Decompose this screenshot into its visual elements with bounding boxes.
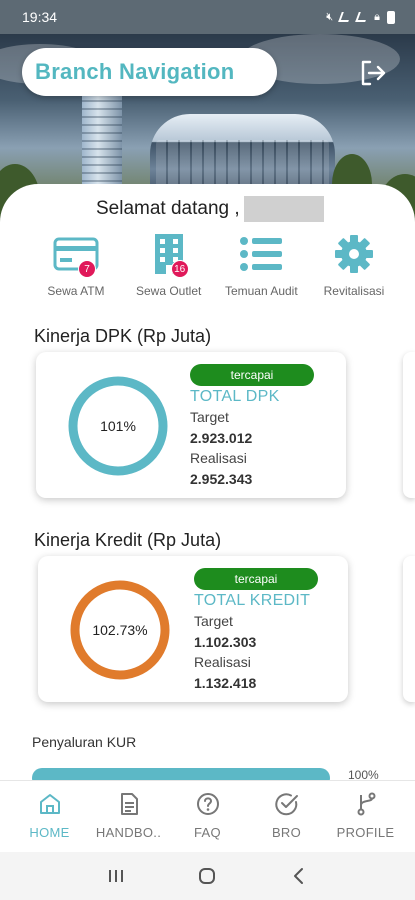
gear-icon <box>334 235 373 273</box>
menu-sewa-atm[interactable]: 7 Sewa ATM <box>30 230 122 298</box>
user-name-redacted <box>243 196 324 222</box>
next-card-peek-2[interactable] <box>403 556 415 702</box>
kredit-realisasi-label: Realisasi <box>194 654 251 670</box>
menu-label: Temuan Audit <box>224 284 298 298</box>
dpk-name: TOTAL DPK <box>190 388 280 405</box>
question-icon <box>196 793 219 815</box>
main-content[interactable]: Selamat datang , 7 Sewa ATM 16 Sewa Outl… <box>0 184 415 780</box>
nav-label: PROFILE <box>336 825 395 840</box>
dpk-realisasi-label: Realisasi <box>190 450 247 466</box>
back-icon[interactable] <box>289 866 309 886</box>
system-navigation-bar <box>0 852 415 900</box>
kur-percent: 100% <box>348 768 379 780</box>
sewa-atm-badge: 7 <box>78 260 96 278</box>
logout-icon <box>361 60 386 86</box>
battery-icon <box>387 10 395 24</box>
sewa-outlet-badge: 16 <box>170 260 189 278</box>
dpk-realisasi-value: 2.952.343 <box>190 471 253 487</box>
nav-label: HANDBO.. <box>95 825 162 840</box>
nav-bro[interactable]: BRO <box>247 781 326 852</box>
signal-icon <box>338 12 352 22</box>
bottom-navigation: HOME HANDBO.. FAQ BRO PROFILE <box>0 780 415 852</box>
nav-profile[interactable]: PROFILE <box>326 781 405 852</box>
check-circle-icon <box>274 793 298 816</box>
app-title-pill: Branch Navigation <box>22 48 277 96</box>
nav-faq[interactable]: FAQ <box>168 781 247 852</box>
dpk-target-value: 2.923.012 <box>190 430 253 446</box>
kredit-target-value: 1.102.303 <box>194 634 257 650</box>
menu-label: Revitalisasi <box>323 284 385 298</box>
signal-icon-2 <box>355 12 369 22</box>
welcome-text: Selamat datang , <box>96 198 240 219</box>
status-bar: 19:34 🔇︎ 🔒︎ <box>0 0 415 34</box>
status-time: 19:34 <box>22 9 58 25</box>
welcome-message: Selamat datang , <box>96 196 324 222</box>
kredit-name: TOTAL KREDIT <box>194 592 311 609</box>
logout-button[interactable] <box>358 58 388 88</box>
kur-progress-bar[interactable] <box>32 768 330 780</box>
kredit-section-title: Kinerja Kredit (Rp Juta) <box>34 530 222 550</box>
kredit-realisasi-value: 1.132.418 <box>194 675 257 691</box>
menu-label: Sewa Outlet <box>135 284 202 298</box>
nav-label: BRO <box>271 825 302 840</box>
kredit-percent: 102.73% <box>92 622 148 638</box>
menu-label: Sewa ATM <box>47 284 105 298</box>
status-icons: 🔇︎ 🔒︎ <box>326 10 395 24</box>
dpk-percent: 101% <box>100 418 136 434</box>
quick-menu: 7 Sewa ATM 16 Sewa Outlet Temuan Audit R… <box>30 230 400 298</box>
branch-icon <box>357 792 375 816</box>
nav-home[interactable]: HOME <box>10 781 89 852</box>
dpk-card[interactable]: 101% tercapai TOTAL DPK Target 2.923.012… <box>36 352 346 498</box>
home-circle-icon[interactable] <box>197 866 217 886</box>
dpk-target-label: Target <box>190 409 229 425</box>
menu-sewa-outlet[interactable]: 16 Sewa Outlet <box>123 230 215 298</box>
menu-temuan-audit[interactable]: Temuan Audit <box>215 230 307 298</box>
next-card-peek[interactable] <box>403 352 415 498</box>
kur-section-title: Penyaluran KUR <box>32 734 137 750</box>
kredit-target-label: Target <box>194 613 233 629</box>
kredit-card[interactable]: 102.73% tercapai TOTAL KREDIT Target 1.1… <box>38 556 348 702</box>
lock-icon: 🔒︎ <box>374 10 380 23</box>
nav-handbook[interactable]: HANDBO.. <box>89 781 168 852</box>
nav-label: FAQ <box>194 825 221 840</box>
recent-apps-icon[interactable] <box>106 867 126 885</box>
kredit-status-badge: tercapai <box>194 568 318 590</box>
dpk-status-badge: tercapai <box>190 364 314 386</box>
home-icon <box>39 794 60 814</box>
nav-label: HOME <box>29 825 70 840</box>
mute-icon: 🔇︎ <box>326 10 334 23</box>
dpk-section-title: Kinerja DPK (Rp Juta) <box>34 326 212 346</box>
menu-revitalisasi[interactable]: Revitalisasi <box>308 230 400 298</box>
document-icon <box>120 793 138 815</box>
app-title: Branch Navigation <box>35 59 235 84</box>
list-icon <box>240 237 283 271</box>
